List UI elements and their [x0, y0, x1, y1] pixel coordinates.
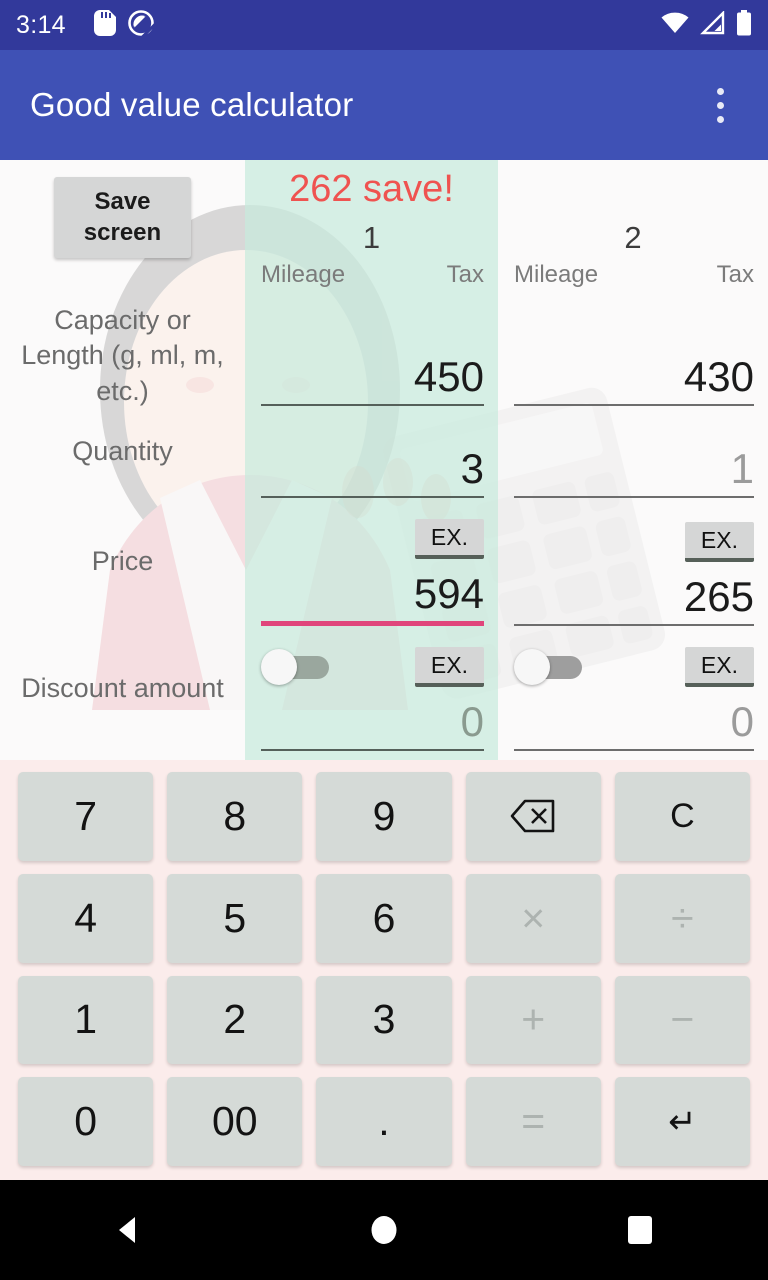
- home-icon[interactable]: [324, 1180, 444, 1280]
- price-tax-mode-dropdown-2[interactable]: EX.: [684, 521, 754, 562]
- column-1-subheaders: Mileage Tax: [245, 244, 498, 306]
- key-C[interactable]: C: [614, 772, 750, 861]
- key-3[interactable]: 3: [316, 975, 452, 1065]
- mileage-label-2: Mileage: [514, 261, 599, 288]
- price-value-1: 594: [413, 570, 484, 617]
- discount-label: Discount amount: [21, 672, 224, 703]
- price-value-2: 265: [683, 573, 754, 620]
- discount-toggle-2[interactable]: [514, 648, 586, 685]
- wifi-icon: [660, 11, 690, 40]
- price-tax-mode-dropdown-1[interactable]: EX.: [414, 518, 484, 559]
- key-[interactable]: +: [465, 975, 601, 1065]
- sd-card-icon: [93, 9, 116, 41]
- key-[interactable]: =: [465, 1077, 601, 1166]
- status-bar: 3:14: [0, 0, 768, 50]
- cellular-no-sim-icon: [700, 9, 726, 40]
- key-[interactable]: .: [316, 1077, 452, 1166]
- key-4[interactable]: 4: [18, 873, 154, 963]
- discount-toggle-1[interactable]: [261, 648, 333, 685]
- price-field-1[interactable]: EX. 594: [245, 498, 498, 626]
- backspace-icon[interactable]: [465, 772, 601, 861]
- price-field-2[interactable]: EX. 265: [498, 498, 768, 626]
- comparison-area: Save screen 262 save! 1 2 Mileage Tax Mi…: [0, 160, 768, 760]
- key-1[interactable]: 1: [18, 975, 154, 1065]
- quantity-value-2: 1: [730, 445, 754, 492]
- mileage-label-1: Mileage: [261, 261, 346, 288]
- discount-underline-2: [514, 749, 754, 751]
- save-screen-cell: Save screen: [0, 160, 245, 259]
- discount-field-2[interactable]: EX. 0: [498, 626, 768, 751]
- status-bar-right: [660, 9, 752, 41]
- status-bar-left: 3:14: [16, 9, 660, 41]
- capacity-field-2[interactable]: 430: [498, 306, 768, 406]
- column-1-header: 262 save! 1: [245, 160, 498, 255]
- price-ex-row-1: EX.: [261, 518, 484, 559]
- capacity-value-1: 450: [413, 353, 484, 400]
- quantity-label: Quantity: [72, 436, 173, 467]
- recents-icon[interactable]: [580, 1180, 700, 1280]
- keypad-row: 0 00. = ↵: [18, 1077, 750, 1166]
- key-[interactable]: ↵: [614, 1077, 750, 1166]
- key-[interactable]: −: [614, 975, 750, 1065]
- discount-value-2: 0: [730, 698, 754, 745]
- price-ex-row-2: EX.: [514, 521, 754, 562]
- discount-underline-1: [261, 749, 484, 751]
- discount-controls-2: EX.: [514, 646, 754, 687]
- key-2[interactable]: 2: [167, 975, 303, 1065]
- tax-label-1: Tax: [446, 261, 484, 288]
- status-time: 3:14: [16, 10, 66, 39]
- battery-icon: [736, 9, 752, 41]
- discount-value-1: 0: [460, 698, 484, 745]
- discount-tax-mode-dropdown-1[interactable]: EX.: [414, 646, 484, 687]
- keypad-row: 1 2 3 + −: [18, 975, 750, 1065]
- discount-field-1[interactable]: EX. 0: [245, 626, 498, 751]
- column-2-header: 2: [498, 160, 768, 255]
- do-not-disturb-icon: [128, 9, 159, 41]
- numeric-keypad: 7 8 9 C 4 5 6 × ÷ 1 2 3 + − 0 00. = ↵: [0, 760, 768, 1180]
- tax-label-2: Tax: [716, 261, 754, 288]
- more-vertical-icon[interactable]: [702, 79, 738, 131]
- savings-banner: 262 save!: [289, 168, 454, 210]
- back-icon[interactable]: [68, 1180, 188, 1280]
- save-screen-button[interactable]: Save screen: [54, 177, 191, 259]
- column-2-subheaders: Mileage Tax: [498, 244, 768, 306]
- capacity-field-1[interactable]: 450: [245, 306, 498, 406]
- capacity-value-2: 430: [683, 353, 754, 400]
- toggle-knob-1: [261, 648, 297, 685]
- key-[interactable]: ×: [465, 873, 601, 963]
- key-9[interactable]: 9: [316, 772, 452, 861]
- capacity-label: Capacity or Length (g, ml, m, etc.): [21, 305, 224, 406]
- price-label: Price: [91, 546, 154, 577]
- discount-tax-mode-dropdown-2[interactable]: EX.: [684, 646, 754, 687]
- key-7[interactable]: 7: [18, 772, 154, 861]
- toggle-knob-2: [514, 648, 550, 685]
- key-[interactable]: ÷: [614, 873, 750, 963]
- key-8[interactable]: 8: [167, 772, 303, 861]
- quantity-field-1[interactable]: 3: [245, 406, 498, 498]
- keypad-row: 789 C: [18, 772, 750, 861]
- discount-controls-1: EX.: [261, 646, 484, 687]
- android-nav-bar: [0, 1180, 768, 1280]
- key-5[interactable]: 5: [167, 873, 303, 963]
- quantity-value-1: 3: [460, 445, 484, 492]
- keypad-row: 4 5 6 × ÷: [18, 873, 750, 963]
- key-6[interactable]: 6: [316, 873, 452, 963]
- key-00[interactable]: 00: [167, 1077, 303, 1166]
- app-bar: Good value calculator: [0, 50, 768, 160]
- quantity-field-2[interactable]: 1: [498, 406, 768, 498]
- key-0[interactable]: 0: [18, 1077, 154, 1166]
- page-title: Good value calculator: [30, 86, 354, 123]
